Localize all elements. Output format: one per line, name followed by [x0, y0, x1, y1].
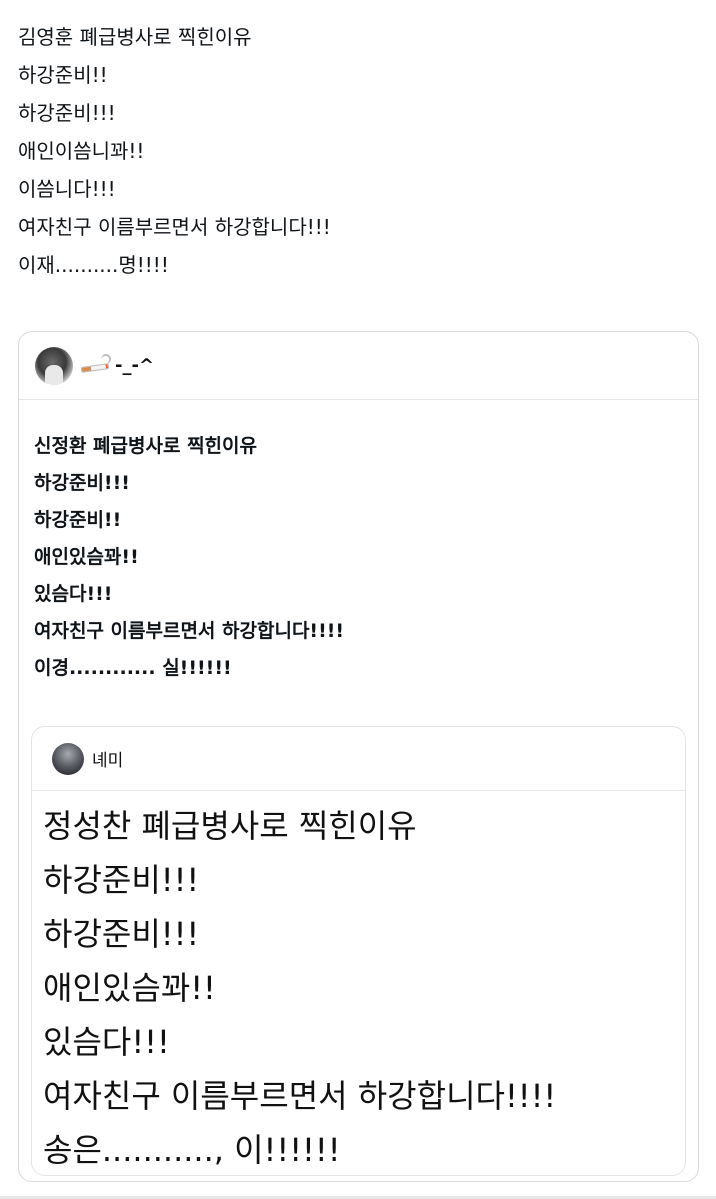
- nested-text-line: 있슴다!!!: [43, 1023, 170, 1061]
- quoted-tweet-card[interactable]: -_-^ 신정환 폐급병사로 찍힌이유 하강준비!!! 하강준비!! 애인있슴꽈…: [18, 331, 699, 1182]
- quoted-text-line: 신정환 폐급병사로 찍힌이유: [34, 435, 257, 457]
- tweet-text-line: 하강준비!!!: [18, 101, 116, 125]
- quoted-text-line: 애인있슴꽈!!: [34, 546, 139, 568]
- quoted-text-line: 이경............ 실!!!!!!: [34, 657, 232, 679]
- nested-quoted-tweet-text: 정성찬 폐급병사로 찍힌이유 하강준비!!! 하강준비!!! 애인있슴꽈!! 있…: [32, 791, 685, 1175]
- tweet-text-line: 여자친구 이름부르면서 하강합니다!!!: [18, 215, 331, 239]
- nested-quoted-tweet-card[interactable]: 녜미 정성찬 폐급병사로 찍힌이유 하강준비!!! 하강준비!!! 애인있슴꽈!…: [31, 726, 686, 1176]
- avatar[interactable]: [35, 346, 73, 385]
- tweet-page: 김영훈 폐급병사로 찍힌이유 하강준비!! 하강준비!!! 애인이씀니꽈!! 이…: [0, 0, 716, 1199]
- nested-text-line: 송은..........., 이!!!!!!: [43, 1131, 341, 1169]
- avatar[interactable]: [52, 742, 84, 775]
- quoted-text-line: 하강준비!!: [34, 509, 122, 531]
- tweet-text-line: 이재..........명!!!!: [18, 253, 169, 277]
- quoted-user-name[interactable]: -_-^: [115, 355, 154, 376]
- nested-text-line: 애인있슴꽈!!: [43, 969, 216, 1007]
- nested-text-line: 하강준비!!!: [43, 861, 200, 899]
- quoted-text-line: 하강준비!!!: [34, 472, 130, 494]
- nested-quoted-user-name[interactable]: 녜미: [92, 746, 123, 771]
- nested-text-line: 정성찬 폐급병사로 찍힌이유: [43, 807, 417, 845]
- quoted-text-line: 여자친구 이름부르면서 하강합니다!!!!: [34, 620, 345, 642]
- tweet-text-line: 애인이씀니꽈!!: [18, 139, 145, 163]
- nested-text-line: 여자친구 이름부르면서 하강합니다!!!!: [43, 1077, 557, 1115]
- quoted-tweet-header: -_-^: [19, 332, 698, 400]
- tweet-text-line: 하강준비!!: [18, 63, 108, 87]
- nested-quoted-tweet-header: 녜미: [32, 727, 685, 791]
- cigarette-icon: [80, 353, 111, 376]
- quoted-tweet-text: 신정환 폐급병사로 찍힌이유 하강준비!!! 하강준비!! 애인있슴꽈!! 있슴…: [19, 400, 698, 687]
- quoted-text-line: 있슴다!!!: [34, 583, 113, 605]
- tweet-text-line: 김영훈 폐급병사로 찍힌이유: [18, 25, 252, 49]
- tweet-text-line: 이씀니다!!!: [18, 177, 116, 201]
- tweet-text: 김영훈 폐급병사로 찍힌이유 하강준비!! 하강준비!!! 애인이씀니꽈!! 이…: [18, 18, 698, 284]
- nested-text-line: 하강준비!!!: [43, 915, 200, 953]
